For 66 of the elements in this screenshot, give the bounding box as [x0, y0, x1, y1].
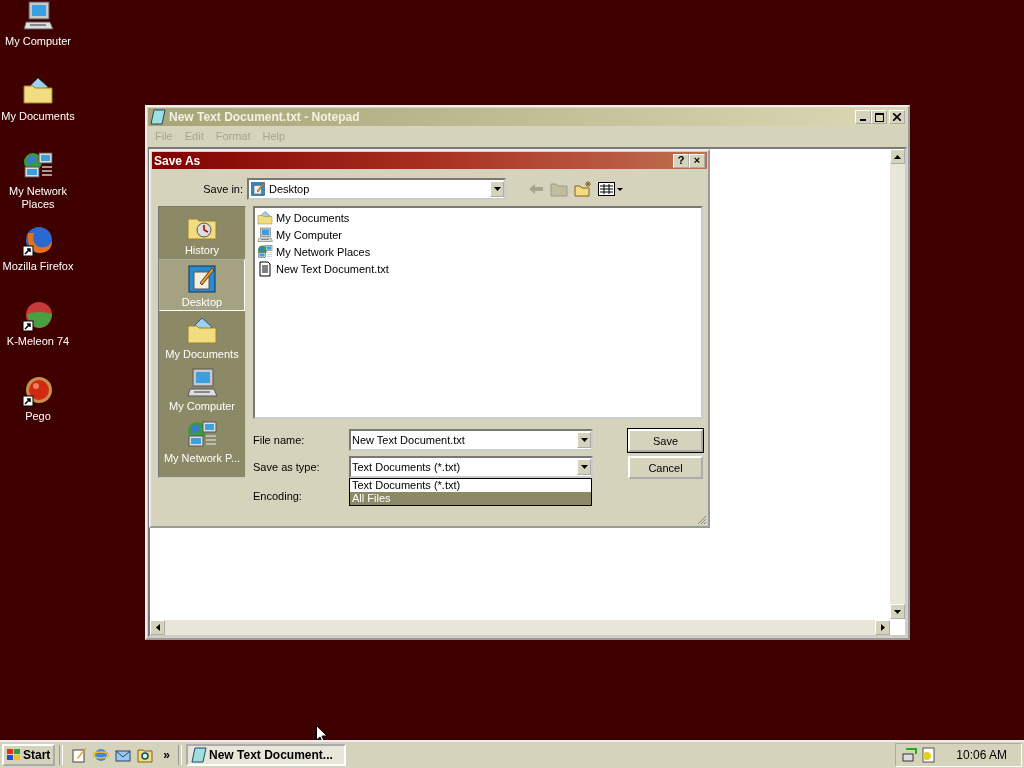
save-in-dropdown[interactable]: Desktop	[247, 178, 506, 200]
down-arrow-icon	[894, 609, 901, 614]
close-button[interactable]: ×	[689, 153, 705, 168]
dialog-button[interactable]: Cancel	[628, 456, 703, 479]
mail-icon[interactable]	[115, 747, 132, 763]
places-item[interactable]: My Documents	[159, 311, 245, 363]
dropdown-option[interactable]: All Files	[350, 492, 591, 505]
desktop-icon-label[interactable]: My Network Places	[0, 185, 76, 211]
desktop-pencil-icon	[250, 181, 266, 197]
places-item[interactable]: History	[159, 207, 245, 259]
computer-icon	[257, 226, 273, 243]
window-title: New Text Document.txt - Notepad	[169, 110, 361, 124]
list-entry[interactable]: My Computer	[257, 226, 343, 243]
maximize-button[interactable]	[871, 110, 887, 124]
computer-icon	[186, 366, 218, 399]
list-entry[interactable]: My Network Places	[257, 243, 371, 260]
save-as-type-dropdown[interactable]: Text Documents (*.txt)	[349, 456, 593, 478]
new-folder-icon[interactable]	[574, 181, 592, 197]
dialog-title: Save As	[154, 153, 202, 168]
horizontal-scrollbar[interactable]	[150, 620, 890, 635]
notepad-icon	[191, 747, 208, 763]
search-icon[interactable]	[137, 747, 154, 763]
globe-icon[interactable]	[93, 747, 110, 763]
close-button[interactable]	[889, 110, 905, 124]
more-chevron[interactable]: »	[159, 748, 171, 762]
close-icon	[893, 113, 901, 121]
desktop-pencil-icon	[186, 262, 218, 295]
minimize-button[interactable]	[855, 110, 871, 124]
folder-icon	[257, 209, 273, 226]
start-button[interactable]: Start	[2, 744, 56, 766]
field-label: Save as type:	[253, 461, 321, 473]
list-entry[interactable]: New Text Document.txt	[257, 260, 389, 277]
desktop-icon-label[interactable]: Pego	[25, 410, 51, 423]
places-item[interactable]: My Network P...	[159, 415, 245, 467]
desktop-icon-label[interactable]: My Computer	[5, 35, 71, 48]
desktop-icon-label[interactable]: My Documents	[1, 110, 75, 123]
taskbar-button[interactable]: New Text Document...	[186, 744, 347, 766]
network-tray-icon[interactable]	[902, 747, 919, 763]
windows-flag-icon	[7, 748, 21, 762]
document-icon	[257, 260, 273, 277]
up-arrow-icon	[894, 154, 901, 159]
mouse-cursor-icon	[316, 725, 328, 740]
vertical-scrollbar[interactable]	[890, 149, 905, 619]
field-label: Save in:	[202, 183, 243, 195]
right-arrow-icon	[880, 624, 885, 631]
view-menu-icon[interactable]	[598, 182, 624, 196]
places-item[interactable]: My Computer	[159, 363, 245, 415]
notepad-icon	[150, 109, 166, 125]
down-arrow-icon	[580, 465, 588, 469]
dialog-button[interactable]: Save	[628, 429, 703, 452]
maximize-icon	[874, 112, 884, 122]
list-entry[interactable]: My Documents	[257, 209, 350, 226]
network-icon	[257, 243, 273, 260]
help-button[interactable]: ?	[673, 153, 689, 168]
field-label: Encoding:	[253, 490, 303, 502]
dropdown-option[interactable]: Text Documents (*.txt)	[350, 479, 591, 492]
down-arrow-icon	[580, 438, 588, 442]
clock: 10:06 AM	[956, 748, 1007, 762]
desktop-icon-label[interactable]: K-Meleon 74	[6, 335, 70, 348]
down-arrow-icon	[493, 187, 501, 191]
file-name-field[interactable]: New Text Document.txt	[349, 429, 593, 451]
desktop-icon-label[interactable]: Mozilla Firefox	[2, 260, 74, 273]
notepad-icon[interactable]	[71, 747, 88, 763]
field-label: File name:	[253, 434, 306, 446]
resize-grip-icon[interactable]	[697, 515, 707, 525]
left-arrow-icon	[155, 624, 160, 631]
